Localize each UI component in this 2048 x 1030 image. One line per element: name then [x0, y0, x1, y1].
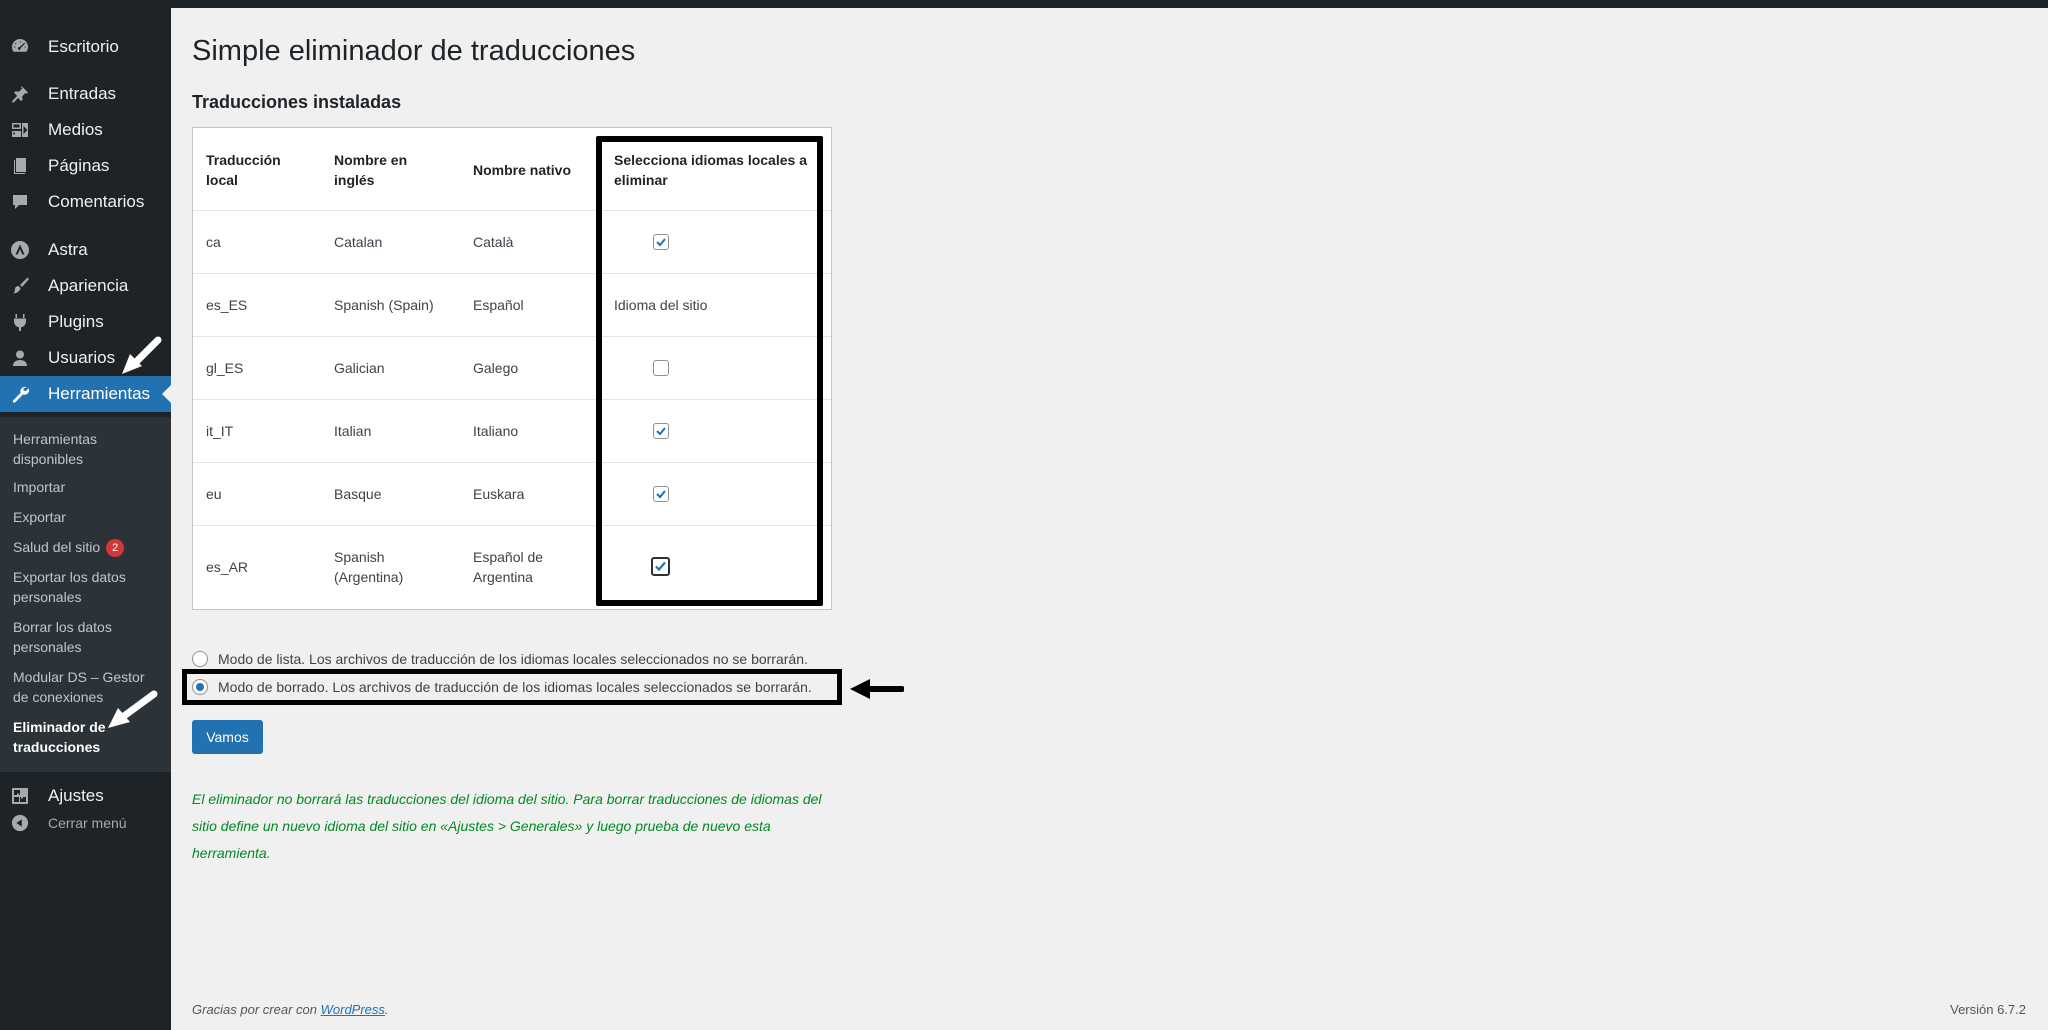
footer-thanks: Gracias por crear con WordPress.	[192, 1002, 389, 1017]
table-row: es_ES Spanish (Spain) Español Idioma del…	[193, 274, 831, 337]
locale-cell: eu	[206, 486, 222, 502]
current-menu-arrow	[162, 385, 171, 403]
table-row: eu Basque Euskara	[193, 463, 831, 526]
brush-icon	[10, 276, 30, 296]
menu-label: Escritorio	[48, 37, 119, 56]
list-mode-option[interactable]: Modo de lista. Los archivos de traducció…	[192, 651, 808, 667]
delete-mode-option[interactable]: Modo de borrado. Los archivos de traducc…	[192, 679, 812, 695]
annotation-arrow-icon	[850, 679, 904, 699]
site-language-label: Idioma del sitio	[614, 297, 708, 313]
submenu-herramientas-disponibles[interactable]: Herramientas disponibles	[13, 429, 163, 469]
pin-icon	[10, 84, 30, 104]
english-name-cell: Italian	[334, 423, 372, 439]
menu-item-comentarios[interactable]: Comentarios	[0, 184, 171, 220]
english-name-cell: Spanish (Spain)	[334, 297, 434, 313]
delete-checkbox-eu[interactable]	[653, 486, 669, 502]
locale-cell: es_AR	[206, 559, 249, 575]
english-name-cell: Basque	[334, 486, 382, 502]
menu-label: Comentarios	[48, 192, 145, 211]
menu-label: Ajustes	[48, 786, 104, 805]
media-icon	[10, 120, 30, 140]
annotation-arrow-icon	[108, 690, 158, 728]
native-name-cell: Euskara	[473, 486, 525, 502]
page-title: Simple eliminador de traducciones	[192, 35, 636, 67]
settings-icon	[10, 786, 30, 806]
column-header: Nombre nativo	[473, 162, 572, 178]
wordpress-link[interactable]: WordPress	[321, 1002, 385, 1017]
user-icon	[10, 348, 30, 368]
menu-item-plugins[interactable]: Plugins	[0, 304, 171, 340]
english-name-cell: Catalan	[334, 234, 383, 250]
menu-item-astra[interactable]: Astra	[0, 232, 171, 268]
submenu-importar[interactable]: Importar	[13, 477, 163, 497]
table-row: es_AR Spanish (Argentina) Español de Arg…	[193, 526, 831, 609]
native-name-cell: Galego	[473, 360, 519, 376]
collapse-menu-button[interactable]: Cerrar menú	[0, 808, 171, 838]
wrench-icon	[10, 384, 30, 404]
table-row: gl_ES Galician Galego	[193, 337, 831, 400]
menu-label: Astra	[48, 240, 88, 259]
submenu-exportar[interactable]: Exportar	[13, 507, 163, 527]
delete-checkbox-es-ar[interactable]	[651, 557, 670, 576]
native-name-cell: Català	[473, 234, 514, 250]
admin-sidebar: Escritorio Entradas Medios Páginas Comen…	[0, 8, 171, 1030]
footer-version: Versión 6.7.2	[1950, 1002, 2026, 1017]
native-name-cell: Español	[473, 297, 524, 313]
menu-label: Apariencia	[48, 276, 129, 295]
menu-label: Herramientas	[48, 384, 151, 403]
dashboard-icon	[10, 37, 30, 57]
english-name-cell: Spanish (Argentina)	[334, 549, 404, 585]
menu-label: Usuarios	[48, 348, 116, 367]
menu-label: Plugins	[48, 312, 104, 331]
site-language-note: El eliminador no borrará las traduccione…	[192, 791, 822, 861]
menu-item-medios[interactable]: Medios	[0, 112, 171, 148]
section-title: Traducciones instaladas	[192, 92, 402, 112]
submenu-exportar-datos-personales[interactable]: Exportar los datos personales	[13, 567, 163, 607]
menu-label: Entradas	[48, 84, 117, 103]
menu-item-paginas[interactable]: Páginas	[0, 148, 171, 184]
table-row: it_IT Italian Italiano	[193, 400, 831, 463]
collapse-arrow-icon	[10, 813, 30, 833]
admin-bar	[0, 0, 2048, 8]
delete-mode-radio[interactable]	[192, 679, 208, 695]
locale-cell: ca	[206, 234, 221, 250]
list-mode-label: Modo de lista. Los archivos de traducció…	[218, 651, 808, 667]
table-row: ca Catalan Català	[193, 211, 831, 274]
column-header: Selecciona idiomas locales a eliminar	[614, 152, 807, 188]
plugin-icon	[10, 312, 30, 332]
submit-button[interactable]: Vamos	[192, 720, 263, 754]
delete-mode-label: Modo de borrado. Los archivos de traducc…	[218, 679, 812, 695]
locale-cell: gl_ES	[206, 360, 244, 376]
menu-label: Páginas	[48, 156, 110, 175]
native-name-cell: Español de Argentina	[473, 549, 544, 585]
update-count-badge: 2	[106, 539, 125, 557]
delete-checkbox-gl-es[interactable]	[653, 360, 669, 376]
comment-icon	[10, 192, 30, 212]
menu-item-entradas[interactable]: Entradas	[0, 76, 171, 112]
menu-item-apariencia[interactable]: Apariencia	[0, 268, 171, 304]
column-header: Nombre en inglés	[334, 152, 408, 188]
page-icon	[10, 156, 30, 176]
menu-label: Medios	[48, 120, 103, 139]
native-name-cell: Italiano	[473, 423, 519, 439]
astra-icon	[10, 240, 30, 260]
delete-checkbox-ca[interactable]	[653, 234, 669, 250]
list-mode-radio[interactable]	[192, 651, 208, 667]
annotation-arrow-icon	[122, 336, 162, 374]
collapse-label: Cerrar menú	[48, 815, 127, 831]
locale-cell: it_IT	[206, 423, 234, 439]
menu-item-herramientas[interactable]: Herramientas	[0, 376, 171, 412]
submenu-borrar-datos-personales[interactable]: Borrar los datos personales	[13, 617, 163, 657]
table-header-row: Traducción local Nombre en inglés Nombre…	[193, 128, 831, 211]
menu-item-escritorio[interactable]: Escritorio	[0, 29, 171, 65]
delete-checkbox-it-it[interactable]	[653, 423, 669, 439]
submenu-salud-del-sitio[interactable]: Salud del sitio 2	[13, 537, 163, 557]
english-name-cell: Galician	[334, 360, 385, 376]
translations-table: Traducción local Nombre en inglés Nombre…	[192, 127, 832, 610]
column-header: Traducción local	[206, 152, 281, 188]
locale-cell: es_ES	[206, 297, 248, 313]
